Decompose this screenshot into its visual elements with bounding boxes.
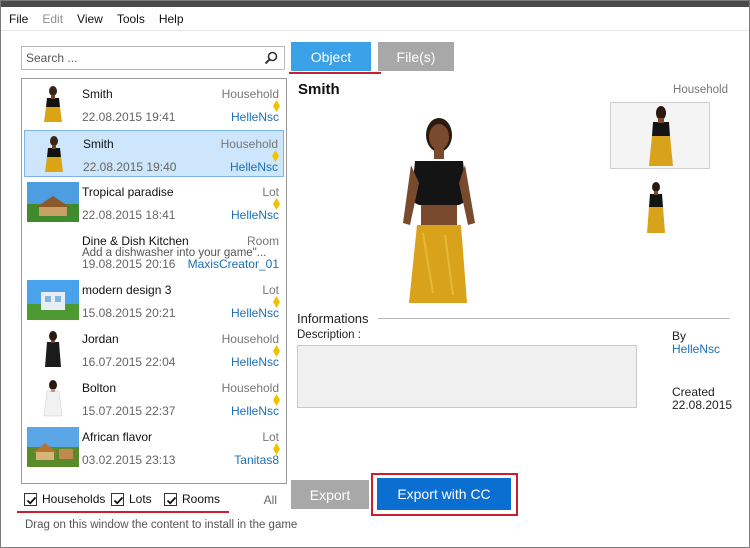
description-label: Description : [297,329,361,341]
sim-thumbnail [43,380,63,417]
item-date: 22.08.2015 18:41 [82,208,176,222]
menu-edit[interactable]: Edit [42,12,63,26]
list-item[interactable]: Tropical paradise Lot 22.08.2015 18:41 H… [24,179,284,226]
highlight-underline [289,72,381,74]
list-item[interactable]: Bolton Household 15.07.2015 22:37 HelleN… [24,375,284,422]
description-textbox[interactable] [297,345,637,408]
menu-bar: File Edit View Tools Help [1,9,749,29]
item-date: 19.08.2015 20:16 [82,257,176,271]
item-type: Household [221,381,279,395]
item-type: Room [246,234,279,248]
detail-title: Smith [298,81,340,98]
item-author[interactable]: HelleNsc [230,160,278,174]
lot-thumbnail [27,182,79,222]
list-item[interactable]: African flavor Lot 03.02.2015 23:13 Tani… [24,424,284,471]
detail-category: Household [673,84,728,96]
item-author[interactable]: Tanitas8 [234,453,279,467]
item-type: Household [221,332,279,346]
menu-tools[interactable]: Tools [117,12,145,26]
export-button[interactable]: Export [291,480,369,509]
informations-heading: Informations [297,311,369,326]
search-input[interactable] [22,47,258,69]
item-type: Lot [262,283,279,297]
by-label: By [672,329,687,343]
item-type: Household [220,137,278,151]
item-author[interactable]: MaxisCreator_01 [188,257,279,271]
export-with-cc-button[interactable]: Export with CC [377,478,511,510]
item-name: Tropical paradise [82,185,174,199]
menu-file[interactable]: File [9,12,28,26]
item-date: 03.02.2015 23:13 [82,453,176,467]
section-divider [378,318,730,319]
sim-thumbnail [45,136,63,172]
rooms-checkbox[interactable]: Rooms [164,492,220,506]
list-item[interactable]: modern design 3 Lot 15.08.2015 20:21 Hel… [24,277,284,324]
item-author[interactable]: HelleNsc [231,404,279,418]
all-filter-link[interactable]: All [264,493,277,507]
thumbnail-preview[interactable] [610,102,710,169]
checkmark-icon [113,496,124,504]
item-type: Lot [262,430,279,444]
item-name: modern design 3 [82,283,172,297]
sim-thumbnail [44,86,62,122]
list-item[interactable]: Dine & Dish Kitchen Room Add a dishwashe… [24,228,284,275]
created-date: 22.08.2015 [672,398,733,412]
sim-icon-small[interactable] [641,181,671,235]
item-name: Dine & Dish Kitchen [82,234,189,248]
lot-thumbnail [27,427,79,467]
checkbox-box[interactable] [111,492,124,506]
rooms-label: Rooms [182,492,221,506]
item-date: 15.07.2015 22:37 [82,404,176,418]
item-name: Bolton [82,381,117,395]
search-box [21,46,285,70]
checkmark-icon [166,496,177,504]
author-link[interactable]: HelleNsc [672,342,720,356]
households-label: Households [42,492,106,506]
households-checkbox[interactable]: Households [24,492,105,506]
checkmark-icon [26,496,37,504]
lots-checkbox[interactable]: Lots [111,492,152,506]
title-bar [1,1,749,7]
checkbox-box[interactable] [24,492,37,506]
item-name: Jordan [82,332,119,346]
tab-object[interactable]: Object [291,42,371,71]
item-name: Smith [83,137,114,151]
created-label: Created [672,385,715,399]
sim-preview-image [403,118,475,303]
menu-divider [1,30,749,31]
item-author[interactable]: HelleNsc [231,355,279,369]
checkbox-box[interactable] [164,492,177,506]
item-author[interactable]: HelleNsc [231,110,279,124]
item-name: African flavor [82,430,153,444]
drop-hint: Drag on this window the content to insta… [25,519,298,531]
content-list[interactable]: Smith Household 22.08.2015 19:41 HelleNs… [21,78,287,484]
list-item-selected[interactable]: Smith Household 22.08.2015 19:40 HelleNs… [24,130,284,177]
item-date: 22.08.2015 19:40 [83,160,177,174]
app-window: File Edit View Tools Help Smith Househol… [0,0,750,548]
sim-thumbnail [45,331,61,367]
lot-thumbnail [27,280,79,320]
lots-label: Lots [129,492,152,506]
item-author[interactable]: HelleNsc [231,306,279,320]
list-item[interactable]: Smith Household 22.08.2015 19:41 HelleNs… [24,81,284,128]
highlight-underline [17,511,229,513]
menu-view[interactable]: View [77,12,103,26]
item-author[interactable]: HelleNsc [231,208,279,222]
item-date: 16.07.2015 22:04 [82,355,176,369]
item-date: 15.08.2015 20:21 [82,306,176,320]
item-type: Lot [262,185,279,199]
sim-thumbnail-large [649,106,673,166]
menu-help[interactable]: Help [159,12,184,26]
filter-bar: Households Lots Rooms All [21,490,285,508]
list-item[interactable]: Jordan Household 16.07.2015 22:04 HelleN… [24,326,284,373]
item-date: 22.08.2015 19:41 [82,110,176,124]
item-type: Household [221,87,279,101]
tab-files[interactable]: File(s) [378,42,454,71]
item-name: Smith [82,87,113,101]
search-icon[interactable] [264,51,278,65]
